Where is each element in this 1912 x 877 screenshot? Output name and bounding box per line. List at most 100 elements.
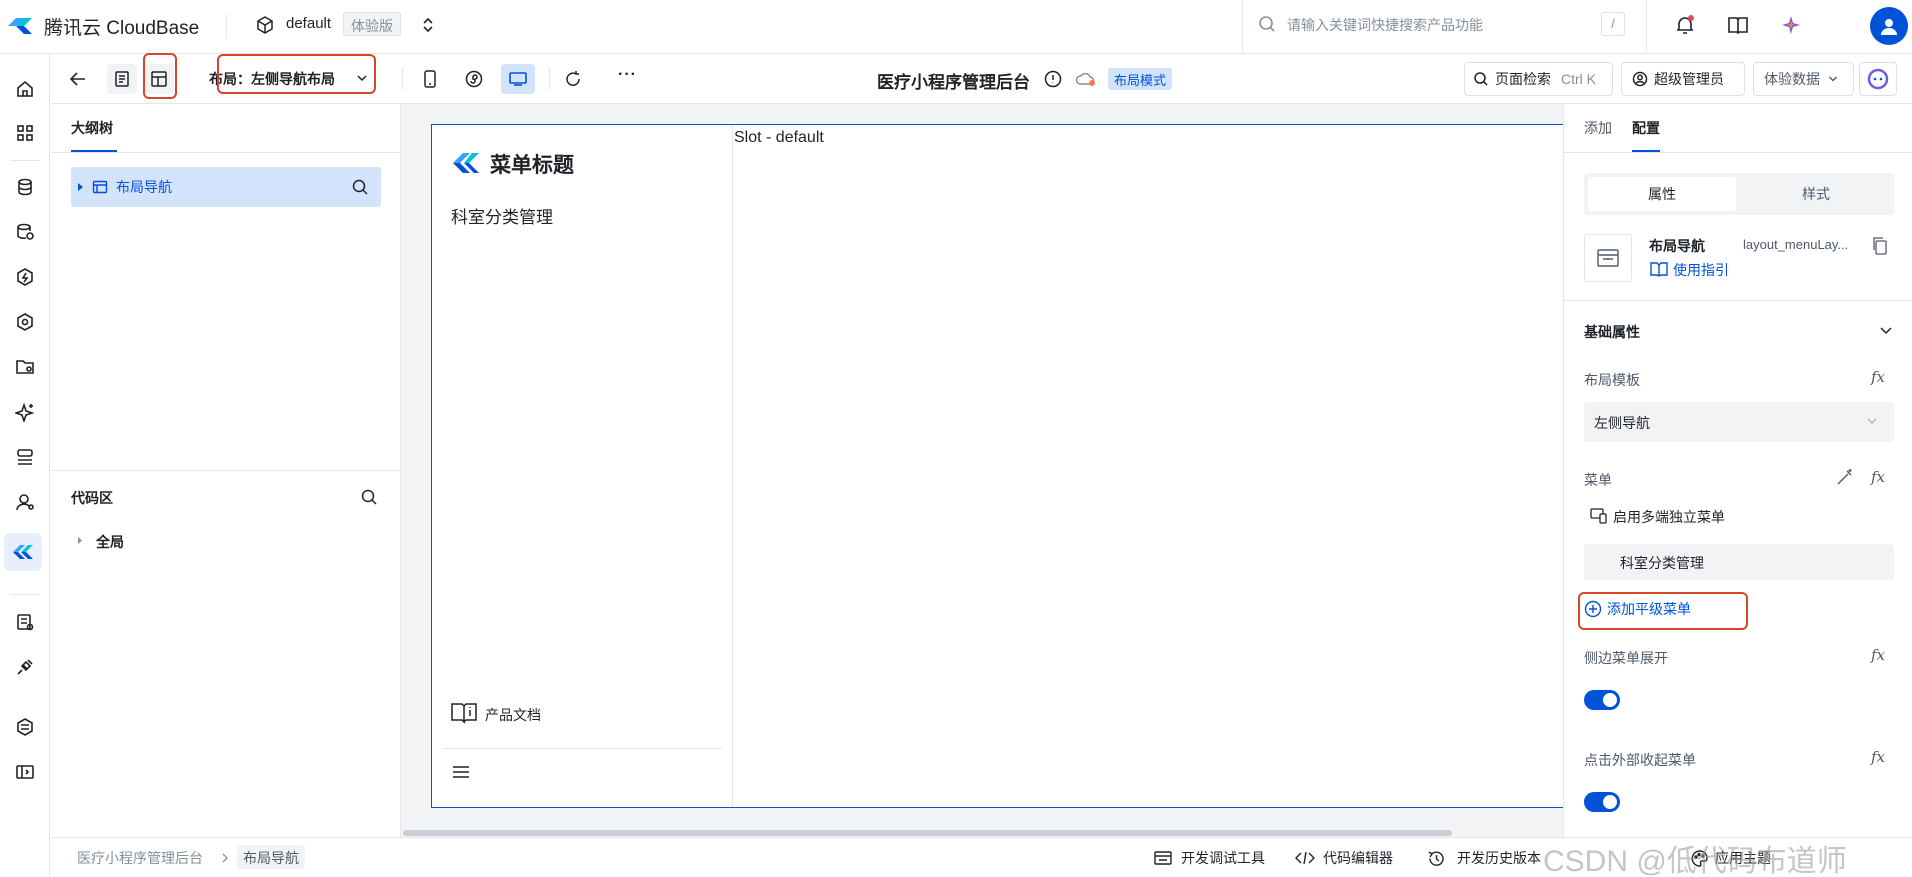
code-item-global[interactable]: 全局 (96, 532, 124, 552)
fx-icon[interactable]: fx (1871, 368, 1885, 386)
layout-view-highlight (143, 53, 177, 99)
switch-env-icon[interactable] (418, 14, 438, 36)
database-icon[interactable] (12, 174, 38, 200)
data-model-icon[interactable] (12, 219, 38, 245)
menu-toggle-icon[interactable] (452, 765, 470, 779)
page-search-button[interactable]: 页面检索 Ctrl K (1464, 62, 1613, 96)
fx-icon[interactable]: fx (1871, 748, 1885, 766)
component-id: layout_menuLay... (1743, 237, 1849, 252)
brand-title[interactable]: 腾讯云 CloudBase (44, 13, 199, 40)
chevron-down-icon (1829, 76, 1837, 82)
menu-item-dept[interactable]: 科室分类管理 (451, 203, 553, 228)
layout-preview[interactable]: 菜单标题 科室分类管理 产品文档 Slot - default (431, 124, 1563, 808)
notification-bell-icon[interactable] (1672, 12, 1698, 38)
code-editor-button[interactable]: 代码编辑器 (1323, 848, 1393, 868)
tree-item-label: 布局导航 (116, 179, 172, 195)
divider (10, 594, 40, 595)
integration-icon[interactable] (12, 309, 38, 335)
watermark: CSDN @低代码布道师 (1543, 845, 1847, 877)
search-icon[interactable] (360, 488, 378, 506)
tab-config[interactable]: 配置 (1632, 118, 1660, 138)
tab-add[interactable]: 添加 (1584, 118, 1612, 138)
user-avatar[interactable] (1870, 7, 1908, 45)
docs-link[interactable]: 产品文档 (485, 705, 541, 725)
mini-program-icon[interactable] (463, 68, 485, 90)
side-expand-switch[interactable] (1584, 690, 1620, 710)
plugin-icon[interactable] (12, 654, 38, 680)
multi-device-icon (1590, 508, 1607, 524)
debug-tool-button[interactable]: 开发调试工具 (1181, 848, 1265, 868)
mobile-device-icon[interactable] (419, 68, 441, 90)
fx-icon[interactable]: fx (1871, 646, 1885, 664)
breadcrumb-app[interactable]: 医疗小程序管理后台 (77, 848, 203, 868)
user-management-icon[interactable] (12, 489, 38, 515)
more-actions-button[interactable]: ··· (618, 66, 637, 84)
divider (1564, 300, 1912, 301)
env-name[interactable]: default (286, 15, 331, 32)
section-basic-props[interactable]: 基础属性 (1584, 322, 1640, 342)
multi-menu-toggle[interactable]: 启用多端独立菜单 (1613, 507, 1725, 527)
outline-tab[interactable]: 大纲树 (71, 118, 113, 138)
info-icon[interactable] (1043, 69, 1063, 89)
book-icon[interactable] (1725, 12, 1751, 38)
layout-template-select[interactable]: 左侧导航 (1584, 402, 1894, 442)
seg-tab-style[interactable]: 样式 (1742, 177, 1890, 211)
preview-sidebar: 菜单标题 科室分类管理 产品文档 (432, 125, 733, 807)
cloudbase-logo-icon (6, 14, 34, 38)
breadcrumb-current[interactable]: 布局导航 (237, 845, 305, 869)
apps-grid-icon[interactable] (12, 120, 38, 146)
divider (10, 160, 40, 161)
caret-right-icon[interactable] (77, 536, 84, 545)
lowcode-active-icon[interactable] (4, 533, 42, 571)
back-arrow-icon[interactable] (67, 68, 89, 90)
logs-icon[interactable] (12, 609, 38, 635)
horizontal-scrollbar[interactable] (403, 830, 1452, 836)
admin-label: 超级管理员 (1654, 71, 1724, 87)
ai-chat-button[interactable] (1859, 62, 1897, 96)
debug-tool-icon (1154, 851, 1172, 865)
click-collapse-switch[interactable] (1584, 792, 1620, 812)
tree-item-layout-nav[interactable]: 布局导航 (71, 167, 381, 207)
chevron-down-icon (1867, 418, 1877, 424)
user-circle-icon (1632, 71, 1648, 87)
history-button[interactable]: 开发历史版本 (1457, 848, 1541, 868)
page-search-shortcut: Ctrl K (1561, 71, 1596, 87)
divider (1646, 0, 1647, 54)
magic-wand-icon[interactable] (1836, 468, 1854, 486)
global-search-input[interactable]: 请输入关键词快捷搜索产品功能 (1287, 15, 1483, 35)
left-nav (0, 54, 50, 877)
cloud-function-icon[interactable] (12, 264, 38, 290)
search-icon[interactable] (351, 178, 369, 196)
home-icon[interactable] (12, 76, 38, 102)
history-icon (1428, 851, 1444, 866)
page-view-icon[interactable] (107, 64, 137, 94)
ai-sparkle-icon[interactable] (12, 399, 38, 425)
chevron-down-icon[interactable] (1880, 326, 1892, 336)
fx-icon[interactable]: fx (1871, 468, 1885, 486)
code-section-title: 代码区 (71, 490, 113, 506)
hosting-icon[interactable] (12, 444, 38, 470)
usage-guide-link[interactable]: 使用指引 (1673, 260, 1729, 280)
ai-assistant-icon[interactable] (1778, 12, 1804, 38)
top-bar: 腾讯云 CloudBase default 体验版 请输入关键词快捷搜索产品功能… (0, 0, 1912, 54)
divider (1564, 152, 1912, 153)
slot-default-label: Slot - default (734, 129, 824, 146)
chevron-right-icon (222, 853, 228, 863)
copy-icon[interactable] (1872, 237, 1888, 255)
divider (51, 470, 400, 471)
divider (226, 14, 227, 38)
caret-right-icon[interactable] (77, 182, 85, 192)
desktop-device-icon[interactable] (501, 64, 535, 94)
editor-toolbar: 布局：左侧导航布局 ··· 医疗小程序管理后台 布局模式 页面检索 Ctrl K… (51, 53, 1912, 104)
menu-entry-item[interactable]: 科室分类管理 (1584, 544, 1894, 580)
extensions-icon[interactable] (12, 714, 38, 740)
collapse-sidebar-icon[interactable] (12, 759, 38, 785)
search-icon (1256, 13, 1278, 35)
admin-role-button[interactable]: 超级管理员 (1621, 62, 1745, 96)
component-name: 布局导航 (1649, 238, 1705, 254)
seg-tab-props[interactable]: 属性 (1588, 177, 1736, 211)
refresh-icon[interactable] (562, 68, 584, 90)
cube-icon (254, 14, 276, 36)
experience-data-select[interactable]: 体验数据 (1753, 62, 1854, 96)
storage-folder-icon[interactable] (12, 354, 38, 380)
